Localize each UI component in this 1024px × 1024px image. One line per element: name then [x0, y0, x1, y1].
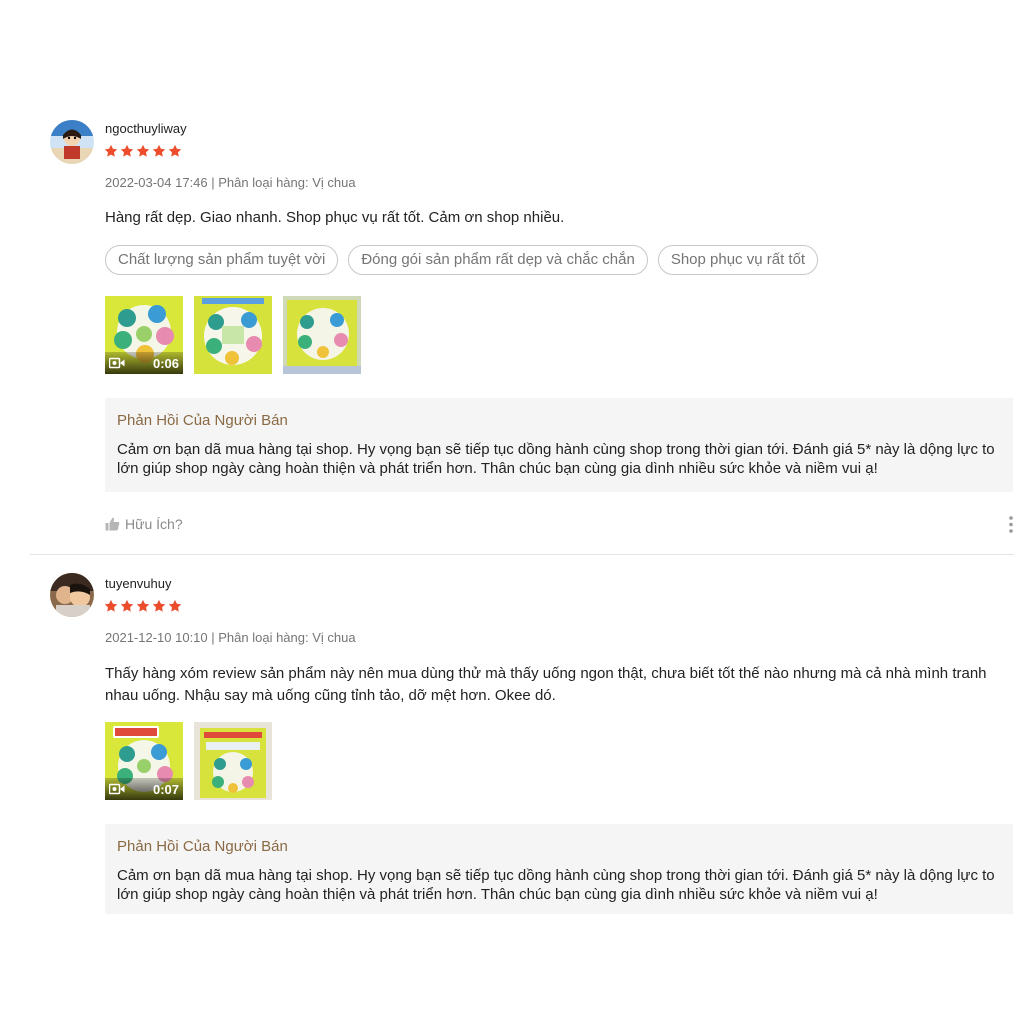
video-camera-icon: [109, 783, 125, 795]
avatar[interactable]: [50, 120, 94, 164]
thumbs-up-icon: [105, 517, 120, 531]
seller-reply-title: Phản Hồi Của Người Bán: [117, 838, 288, 855]
review-tag: Shop phục vụ rất tốt: [657, 245, 819, 275]
review-image-thumbnail[interactable]: [194, 296, 272, 374]
reviewer-name[interactable]: tuyenvuhuy: [105, 576, 172, 591]
seller-reply: Phản Hồi Của Người Bán Cảm ơn bạn dã mua…: [105, 398, 1013, 492]
review-tag: Chất lượng sản phẩm tuyệt vời: [105, 245, 339, 275]
seller-reply-text: Cảm ơn bạn dã mua hàng tại shop. Hy vọng…: [117, 441, 995, 477]
review-image-thumbnail[interactable]: [194, 722, 272, 800]
review-tag: Đóng gói sản phẩm rất dẹp và chắc chắn: [348, 245, 648, 275]
review-image-thumbnail[interactable]: [283, 296, 361, 374]
rating-stars: [104, 144, 182, 158]
reviewer-name[interactable]: ngocthuyliway: [105, 121, 187, 136]
more-options-icon[interactable]: [1009, 516, 1013, 538]
review-tags: Chất lượng sản phẩm tuyệt vời Đóng gói s…: [105, 245, 819, 275]
video-duration: 0:07: [152, 781, 179, 797]
star-icon: [136, 599, 150, 613]
video-camera-icon: [109, 357, 125, 369]
rating-stars: [104, 599, 182, 613]
review-meta: 2021-12-10 10:10 | Phân loại hàng: Vị ch…: [105, 630, 356, 645]
star-icon: [120, 599, 134, 613]
seller-reply-text: Cảm ơn bạn dã mua hàng tại shop. Hy vọng…: [117, 867, 995, 903]
review-media: 0:06: [105, 296, 361, 374]
star-icon: [136, 144, 150, 158]
star-icon: [168, 599, 182, 613]
review-comment: Hàng rất dẹp. Giao nhanh. Shop phục vụ r…: [105, 209, 565, 226]
star-icon: [152, 144, 166, 158]
star-icon: [120, 144, 134, 158]
review-divider: [30, 554, 1014, 555]
review-comment: Thấy hàng xóm review sản phẩm này nên mu…: [105, 665, 987, 704]
review-media: 0:07: [105, 722, 272, 800]
seller-reply-title: Phản Hồi Của Người Bán: [117, 412, 288, 429]
helpful-button[interactable]: Hữu Ích?: [105, 516, 183, 532]
star-icon: [104, 144, 118, 158]
star-icon: [152, 599, 166, 613]
seller-reply: Phản Hồi Của Người Bán Cảm ơn bạn dã mua…: [105, 824, 1013, 914]
review-video-thumbnail[interactable]: 0:06: [105, 296, 183, 374]
review-meta: 2022-03-04 17:46 | Phân loại hàng: Vị ch…: [105, 175, 356, 190]
helpful-label: Hữu Ích?: [125, 516, 183, 532]
avatar[interactable]: [50, 573, 94, 617]
review-video-thumbnail[interactable]: 0:07: [105, 722, 183, 800]
video-duration: 0:06: [152, 355, 179, 371]
star-icon: [104, 599, 118, 613]
star-icon: [168, 144, 182, 158]
